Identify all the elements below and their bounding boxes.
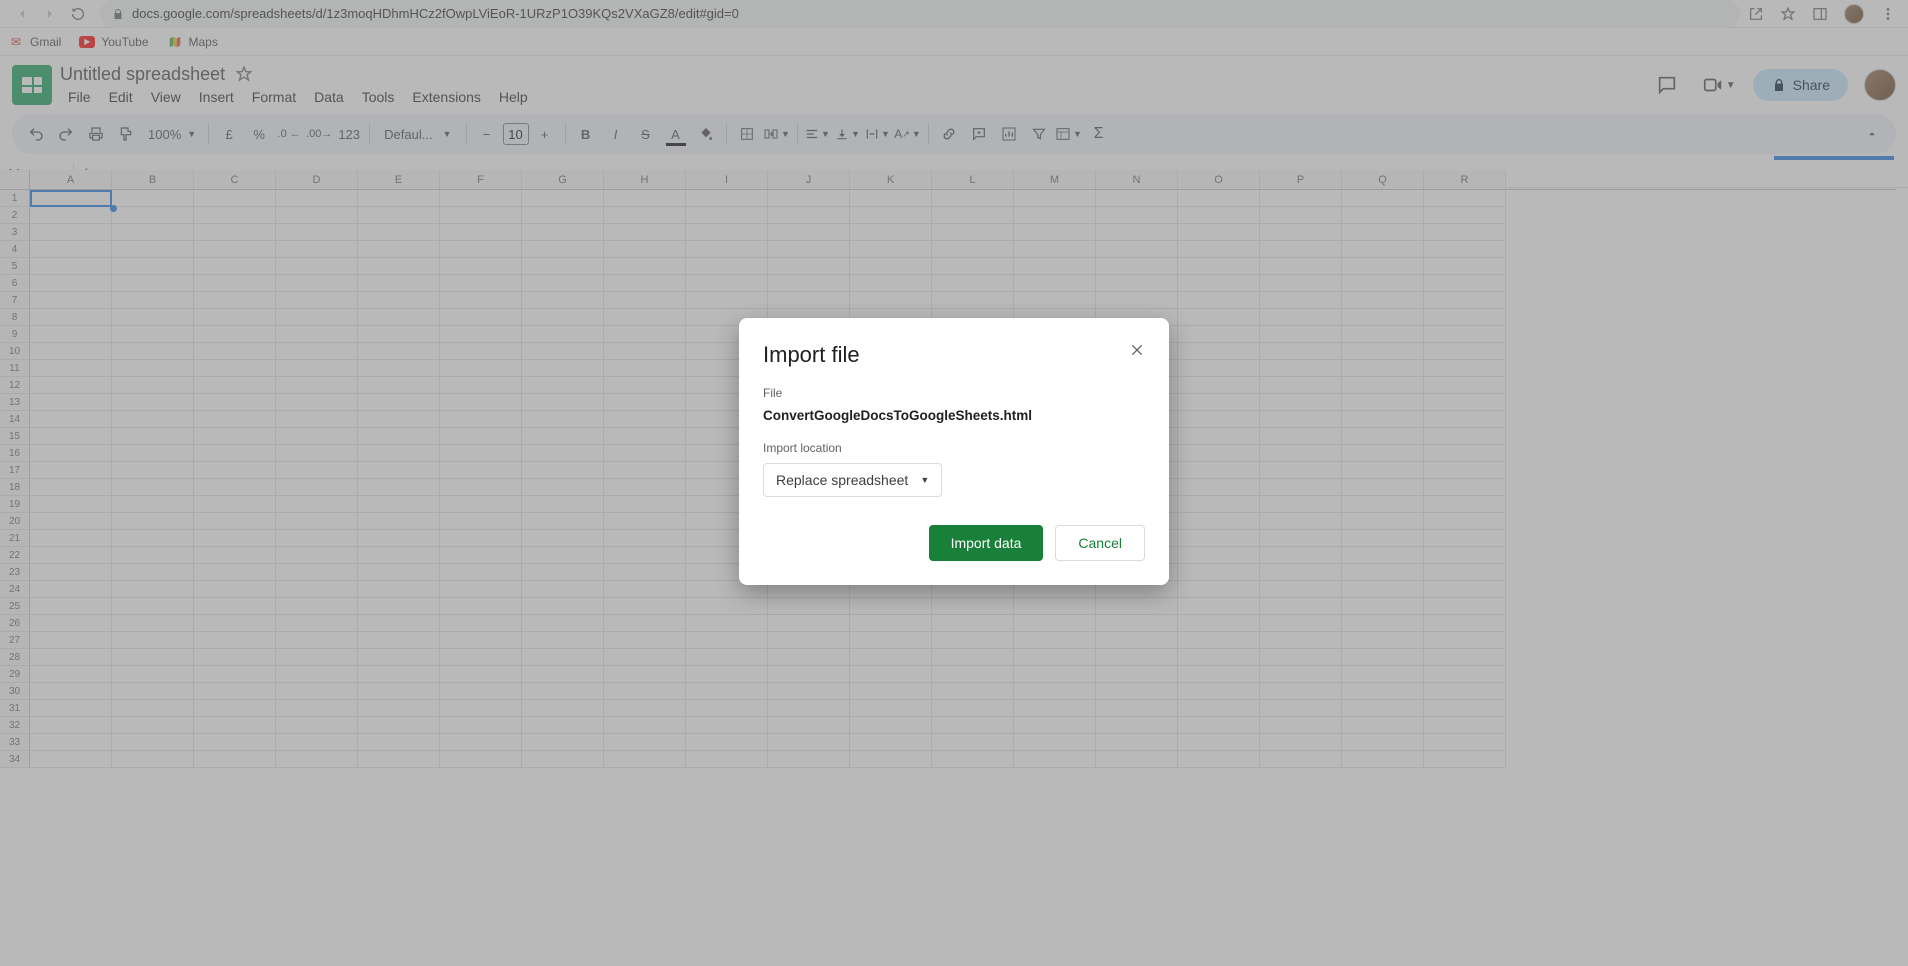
import-file-dialog: Import file File ConvertGoogleDocsToGoog…: [739, 318, 1169, 585]
import-data-button[interactable]: Import data: [929, 525, 1044, 561]
close-button[interactable]: [1125, 338, 1149, 362]
chevron-down-icon: ▼: [920, 475, 929, 485]
dialog-title: Import file: [763, 342, 1145, 368]
cancel-button[interactable]: Cancel: [1055, 525, 1145, 561]
import-location-value: Replace spreadsheet: [776, 472, 908, 488]
modal-overlay[interactable]: Import file File ConvertGoogleDocsToGoog…: [0, 0, 1908, 966]
import-location-select[interactable]: Replace spreadsheet ▼: [763, 463, 942, 497]
import-location-label: Import location: [763, 441, 1145, 455]
close-icon: [1129, 342, 1145, 358]
file-name: ConvertGoogleDocsToGoogleSheets.html: [763, 408, 1145, 423]
file-label: File: [763, 386, 1145, 400]
